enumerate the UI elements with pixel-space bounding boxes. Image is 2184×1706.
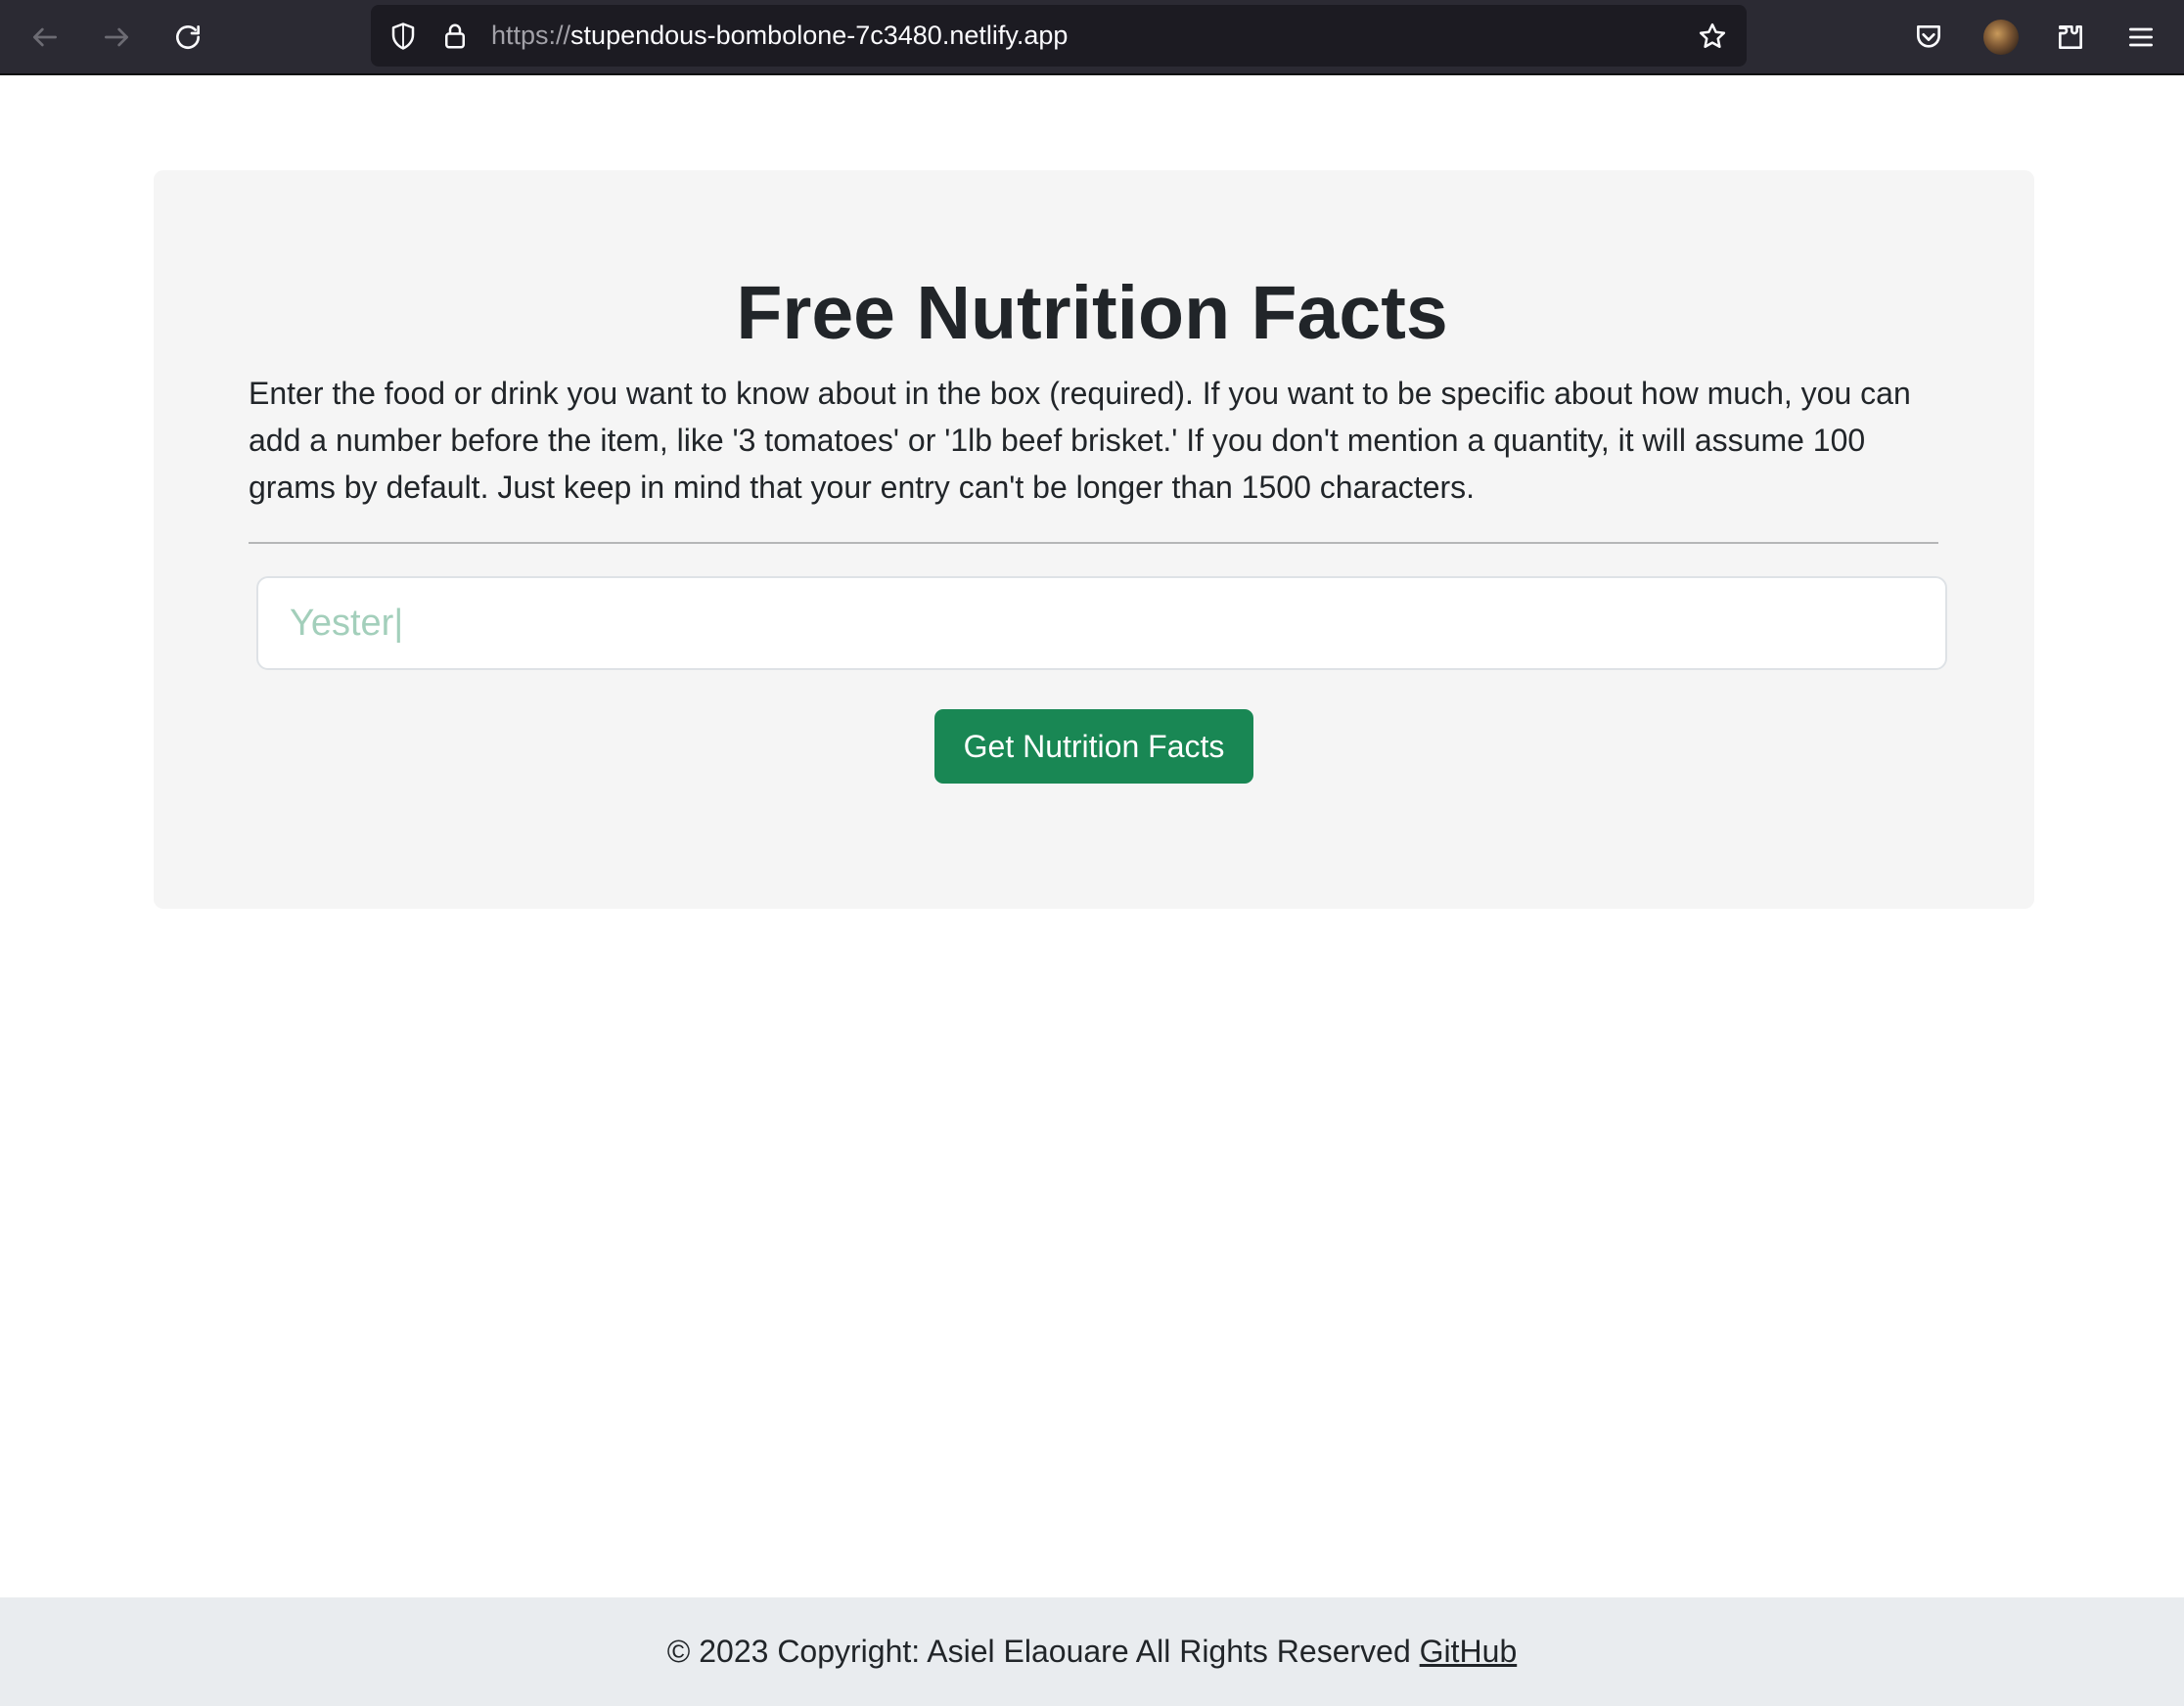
divider [249,542,1938,544]
footer: © 2023 Copyright: Asiel Elaouare All Rig… [0,1597,2184,1706]
forward-arrow-icon[interactable] [93,14,140,61]
pocket-icon[interactable] [1905,14,1952,61]
url-text[interactable]: https://stupendous-bombolone-7c3480.netl… [491,5,1068,67]
extensions-icon[interactable] [2047,14,2094,61]
address-bar[interactable]: https://stupendous-bombolone-7c3480.netl… [371,5,1747,67]
page-title: Free Nutrition Facts [736,271,1448,355]
reload-icon[interactable] [164,14,211,61]
back-arrow-icon[interactable] [22,14,68,61]
food-input[interactable] [256,576,1947,670]
intro-text: Enter the food or drink you want to know… [249,376,1911,505]
lock-icon[interactable] [438,20,472,53]
url-scheme: https:// [491,21,571,50]
shield-icon[interactable] [387,20,420,53]
browser-toolbar: https://stupendous-bombolone-7c3480.netl… [0,0,2184,75]
star-icon[interactable] [1696,20,1729,53]
url-host: stupendous-bombolone-7c3480.netlify.app [570,21,1069,50]
copyright-text: © 2023 Copyright: Asiel Elaouare All Rig… [666,1634,1411,1669]
account-avatar[interactable] [1983,20,2019,55]
get-nutrition-facts-button[interactable]: Get Nutrition Facts [934,709,1253,784]
github-link[interactable]: GitHub [1420,1634,1518,1669]
hamburger-menu-icon[interactable] [2117,14,2164,61]
